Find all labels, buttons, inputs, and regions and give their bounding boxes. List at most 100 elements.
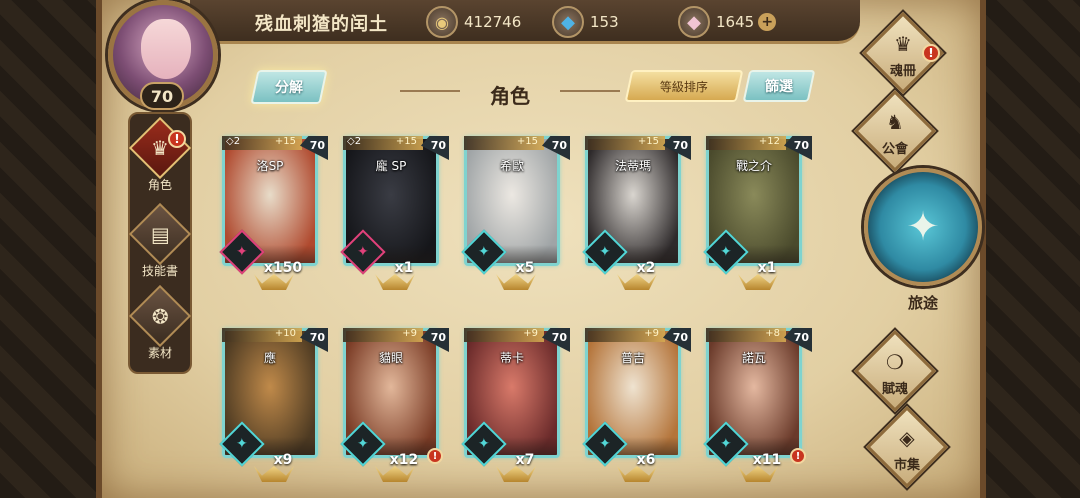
talent-label: 賦魂 [881,382,908,397]
blue-crystal-value: 153 [590,13,619,31]
card-count: x6 [636,452,656,468]
card-enhance-level: +12 [758,136,780,147]
top-bar: 残血刺猹的闰土 ◉ 412746 ◆ 153 ◆ 1645 + [190,0,860,44]
card-top-strip: +10 [222,328,302,342]
market-label: 市集 [893,458,920,473]
journey-icon: ✦ [864,168,982,286]
soul-book-button[interactable]: ♛ 魂冊 [860,11,956,95]
side-item-character[interactable]: ♛ 角色 [128,116,192,198]
journey-button[interactable]: ✦ 旅途 [864,162,984,312]
card-count: x7 [515,452,535,468]
crown-crest-icon [617,466,657,482]
card-alert-icon: ! [790,448,806,464]
card-top-strip: +9 [585,328,665,342]
add-crystal-button[interactable]: + [758,13,777,31]
character-card[interactable]: 戰之介 +12 70 ✦ x1 [703,136,812,296]
card-count: x12 [389,452,419,468]
market-icon: ◈ [899,426,915,450]
side-item-material[interactable]: ❂ 素材 [128,284,192,366]
pink-crystal-currency[interactable]: ◆ 1645 + [678,6,777,38]
card-count: x1 [757,260,777,276]
card-enhance-level: +9 [644,328,659,339]
card-top-strip: +9 [464,328,544,342]
character-name: 洛SP [256,159,284,173]
character-name: 希歐 [499,159,524,173]
skillbook-icon: ▤ [128,202,192,266]
card-stars: ◇2 [226,136,241,147]
character-name: 蒂卡 [499,351,524,365]
card-enhance-level: +9 [402,328,417,339]
card-top-strip: +9 [343,328,423,342]
material-icon: ❂ [128,284,192,348]
card-top-strip: ◇2 +15 [222,136,302,150]
character-card[interactable]: 希歐 +15 70 ✦ x5 [461,136,570,296]
crown-crest-icon [375,274,415,290]
card-count: x150 [263,260,303,276]
card-top-strip: +15 [585,136,665,150]
crown-crest-icon [738,466,778,482]
journey-label: 旅途 [907,294,938,312]
card-count: x5 [515,260,535,276]
card-count: x1 [394,260,414,276]
talent-icon: ❍ [886,350,904,374]
blue-crystal-currency[interactable]: ◆ 153 [552,6,619,38]
gold-coin-icon: ◉ [426,6,458,38]
card-enhance-level: +9 [523,328,538,339]
gold-value: 412746 [464,13,522,31]
card-stars: ◇2 [347,136,362,147]
card-count: x11 [752,452,782,468]
character-card[interactable]: 諾瓦 +8 70 ✦ x11 ! [703,328,812,488]
soul-book-label: 魂冊 [889,64,916,79]
soul-book-icon: ♛ [894,32,912,56]
avatar-face [141,19,191,79]
character-tab-icon: ♛ [128,116,192,180]
crown-crest-icon [254,466,294,482]
card-enhance-level: +15 [395,136,417,147]
player-level-badge: 70 [140,82,184,110]
player-name: 残血刺猹的闰土 [255,14,388,35]
card-top-strip: +12 [706,136,786,150]
left-pattern-edge [0,0,100,498]
card-count: x9 [273,452,293,468]
card-alert-icon: ! [427,448,443,464]
level-sort-button[interactable]: 等級排序 [624,70,744,102]
character-name: 普吉 [620,351,645,365]
title-ornament-right [560,90,620,92]
character-card[interactable]: 應 +10 70 ✦ x9 [219,328,328,488]
character-name: 貓眼 [378,351,403,365]
card-enhance-level: +8 [765,328,780,339]
soul-book-alert-icon: ! [922,44,940,62]
side-item-skillbook[interactable]: ▤ 技能書 [128,202,192,284]
character-card[interactable]: 洛SP ◇2 +15 70 ✦ x150 [219,136,328,296]
card-enhance-level: +15 [274,136,296,147]
crown-crest-icon [617,274,657,290]
pink-crystal-value: 1645 [716,13,755,31]
character-card[interactable]: 法蒂瑪 +15 70 ✦ x2 [582,136,691,296]
gold-currency[interactable]: ◉ 412746 [426,6,521,38]
character-card[interactable]: 普吉 +9 70 ✦ x6 [582,328,691,488]
crown-crest-icon [254,274,294,290]
title-ornament-left [400,90,460,92]
card-top-strip: +8 [706,328,786,342]
crown-crest-icon [496,466,536,482]
crown-crest-icon [496,274,536,290]
blue-crystal-icon: ◆ [552,6,584,38]
character-name: 龐 SP [375,159,407,173]
guild-button[interactable]: ♞ 公會 [852,89,948,173]
character-card[interactable]: 龐 SP ◇2 +15 70 ✦ x1 [340,136,449,296]
character-card[interactable]: 蒂卡 +9 70 ✦ x7 [461,328,570,488]
character-name: 應 [263,351,276,365]
filter-button[interactable]: 篩選 [742,70,816,102]
character-card[interactable]: 貓眼 +9 70 ✦ x12 ! [340,328,449,488]
guild-icon: ♞ [886,110,904,134]
market-button[interactable]: ◈ 市集 [864,405,960,489]
card-top-strip: ◇2 +15 [343,136,423,150]
decompose-button[interactable]: 分解 [250,70,328,104]
talent-button[interactable]: ❍ 賦魂 [852,329,948,413]
character-name: 諾瓦 [741,351,766,365]
pink-crystal-icon: ◆ [678,6,710,38]
card-enhance-level: +10 [274,328,296,339]
guild-label: 公會 [881,142,908,157]
card-count: x2 [636,260,656,276]
page-title: 角色 [490,84,530,108]
